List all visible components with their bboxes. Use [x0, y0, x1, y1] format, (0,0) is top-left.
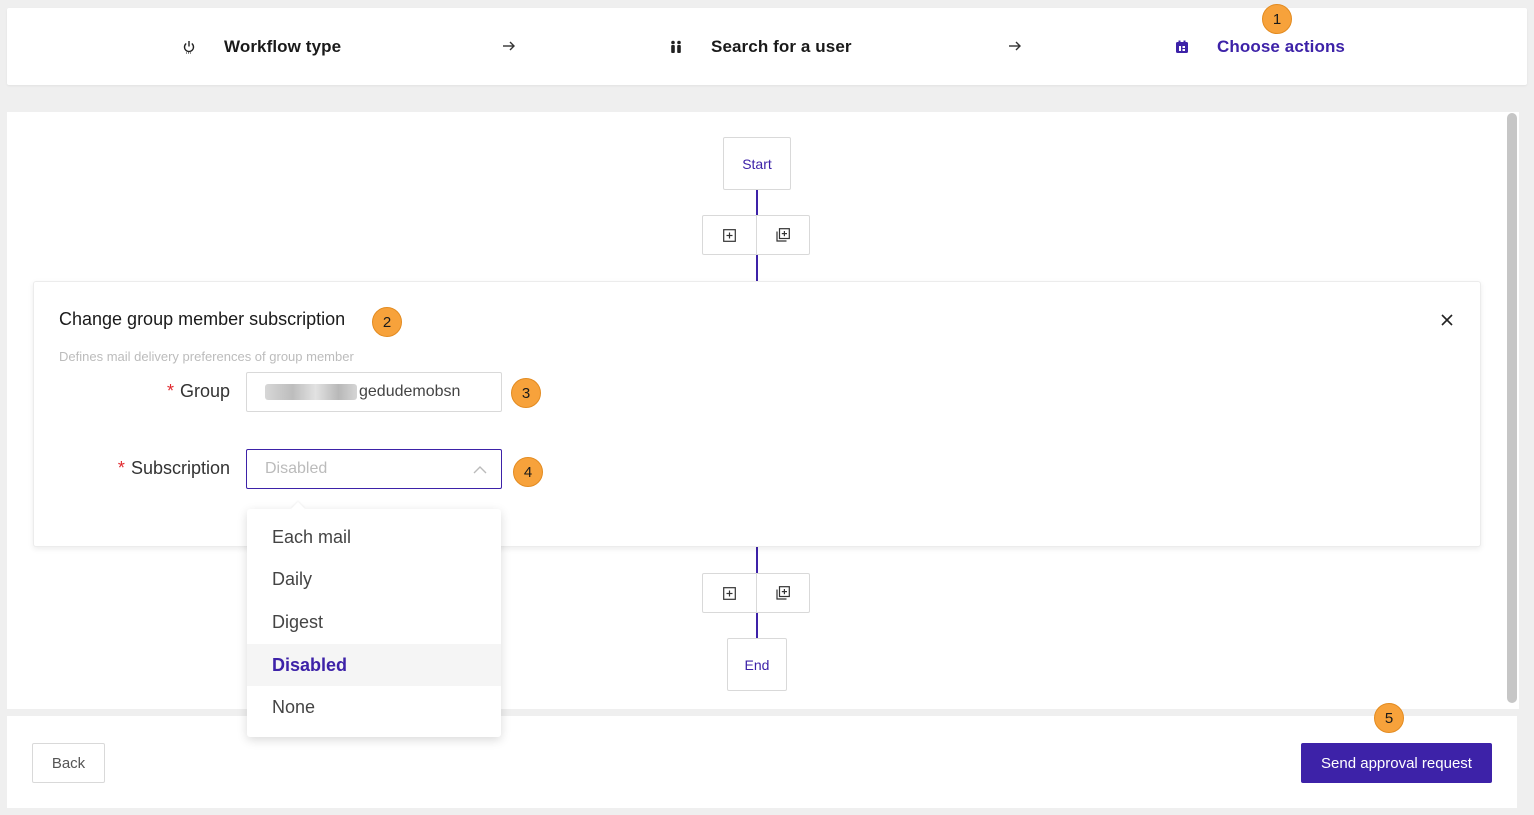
option-each-mail[interactable]: Each mail — [247, 516, 501, 559]
end-node: End — [727, 638, 787, 691]
subscription-label: * Subscription — [117, 458, 230, 478]
required-marker: * — [117, 458, 125, 478]
connector-line — [756, 255, 758, 281]
annotation-badge: 1 — [1262, 4, 1292, 34]
plus-square-icon — [723, 586, 736, 600]
users-icon — [669, 40, 683, 54]
annotation-badge: 4 — [513, 457, 543, 487]
annotation-badge: 5 — [1374, 703, 1404, 733]
arrow-right-icon — [501, 38, 517, 54]
back-button[interactable]: Back — [32, 743, 105, 783]
step-label: Choose actions — [1217, 36, 1345, 56]
step-workflow-type[interactable]: Workflow type — [182, 8, 341, 85]
step-label: Workflow type — [224, 36, 342, 56]
required-marker: * — [166, 381, 174, 401]
vertical-scrollbar[interactable] — [1507, 113, 1517, 703]
close-icon[interactable] — [1439, 312, 1455, 328]
card-title: Change group member subscription — [59, 309, 346, 329]
card-subtitle: Defines mail delivery preferences of gro… — [59, 349, 354, 364]
annotation-badge: 3 — [511, 378, 541, 408]
group-value: gedudemobsn — [359, 383, 461, 400]
annotation-badge: 2 — [372, 307, 402, 337]
step-search-user[interactable]: Search for a user — [669, 8, 852, 85]
step-label: Search for a user — [711, 36, 852, 56]
connector-line — [756, 190, 758, 215]
plus-multiple-icon — [776, 228, 790, 242]
power-icon — [182, 40, 196, 54]
add-step-group-bottom — [702, 573, 810, 613]
option-digest[interactable]: Digest — [247, 601, 501, 644]
footer-bar — [7, 716, 1517, 808]
add-action-button[interactable] — [703, 216, 756, 254]
connector-line — [756, 547, 758, 573]
plus-square-icon — [723, 228, 736, 242]
add-group-button[interactable] — [755, 216, 809, 254]
workflow-stepper: Workflow type Search for a user Choose a… — [7, 8, 1527, 85]
subscription-value: Disabled — [265, 460, 328, 477]
add-step-group-top — [702, 215, 810, 255]
redacted-text — [265, 384, 357, 400]
connector-line — [756, 613, 758, 638]
step-choose-actions[interactable]: Choose actions — [1175, 8, 1345, 85]
add-group-button[interactable] — [755, 574, 809, 612]
add-action-button[interactable] — [703, 574, 756, 612]
option-disabled[interactable]: Disabled — [247, 643, 501, 687]
chevron-up-icon — [473, 466, 487, 474]
send-approval-request-button[interactable]: Send approval request — [1301, 743, 1492, 783]
option-none[interactable]: None — [247, 686, 501, 729]
action-card: Change group member subscription Defines… — [33, 281, 1481, 547]
arrow-right-icon — [1007, 38, 1023, 54]
subscription-select[interactable]: Disabled — [246, 449, 502, 489]
start-node: Start — [723, 137, 791, 190]
option-daily[interactable]: Daily — [247, 559, 501, 602]
group-label: * Group — [166, 381, 230, 401]
actions-icon — [1175, 40, 1189, 54]
group-input[interactable]: gedudemobsn — [246, 372, 502, 412]
subscription-dropdown: Each mail Daily Digest Disabled None — [247, 501, 501, 737]
plus-multiple-icon — [776, 586, 790, 600]
